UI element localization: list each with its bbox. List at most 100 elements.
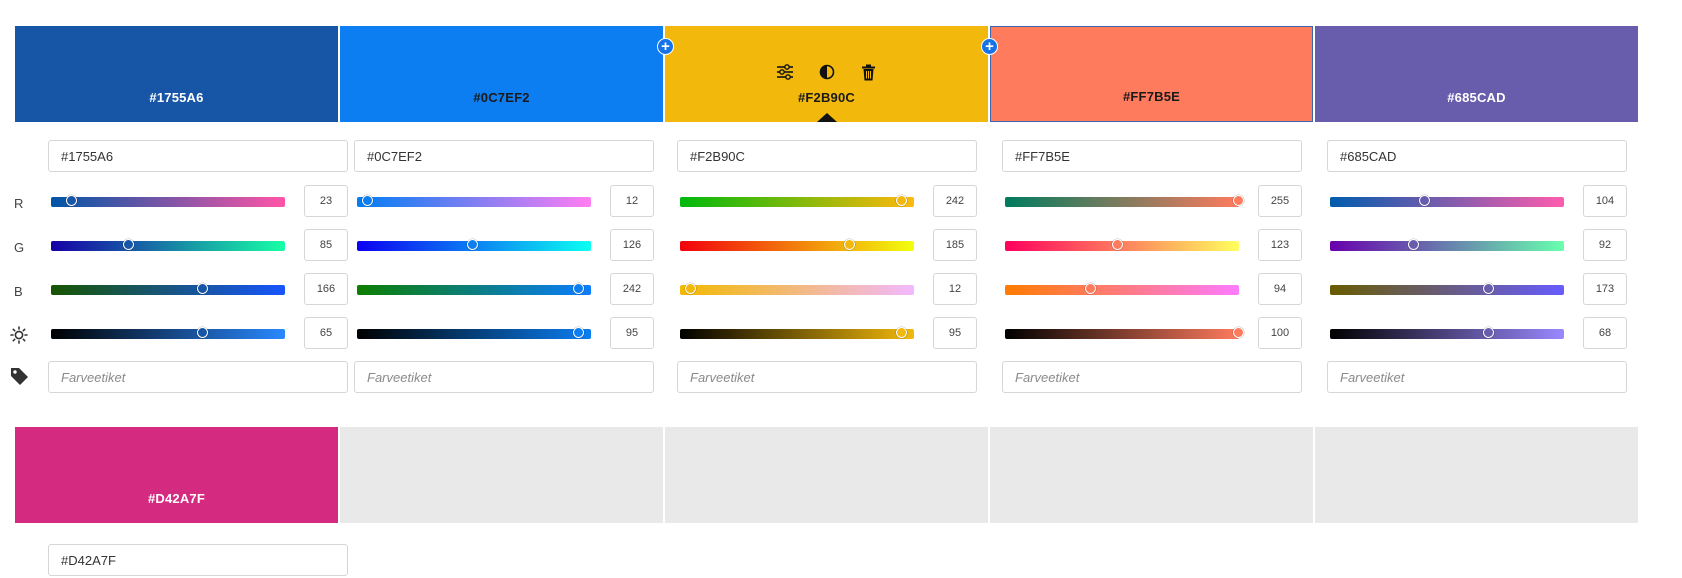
color-label-input[interactable]: Farveetiket [1327,361,1627,393]
b-value-field[interactable]: 242 [610,273,654,305]
empty-slot[interactable] [990,427,1313,523]
brightness-value-field[interactable]: 95 [610,317,654,349]
b-slider-thumb[interactable] [1482,283,1494,294]
hex-input[interactable]: #D42A7F [48,544,348,576]
sun-icon [10,326,28,349]
slider-row-r: 242 [677,185,977,217]
swatch-row-2: #D42A7F [15,427,1638,523]
r-value-field[interactable]: 23 [304,185,348,217]
slider-row-g: 185 [677,229,977,261]
b-slider-thumb[interactable] [1085,283,1097,294]
g-slider-track[interactable] [680,239,914,251]
b-slider-track[interactable] [1330,283,1564,295]
brightness-value-field[interactable]: 100 [1258,317,1302,349]
swatch-4[interactable]: #685CAD [1315,26,1638,122]
r-slider-track[interactable] [680,195,914,207]
brightness-slider-thumb[interactable] [573,327,585,338]
brightness-value-field[interactable]: 95 [933,317,977,349]
hex-input[interactable]: #FF7B5E [1002,140,1302,172]
g-slider-thumb[interactable] [843,239,855,250]
brightness-slider-thumb[interactable] [1483,327,1495,338]
add-color-right-button[interactable]: + [981,38,998,55]
swatch-3[interactable]: #FF7B5E [990,26,1313,122]
g-value-field[interactable]: 85 [304,229,348,261]
color-label-input[interactable]: Farveetiket [1002,361,1302,393]
b-slider-track[interactable] [1005,283,1239,295]
b-value-field[interactable]: 12 [933,273,977,305]
empty-slot[interactable] [1315,427,1638,523]
r-slider-thumb[interactable] [362,195,373,206]
g-value-field[interactable]: 123 [1258,229,1302,261]
hex-input[interactable]: #1755A6 [48,140,348,172]
row-label-b: B [14,284,23,299]
color-label-input[interactable]: Farveetiket [677,361,977,393]
b-value-field[interactable]: 173 [1583,273,1627,305]
contrast-icon[interactable] [817,62,837,82]
color-label-input[interactable]: Farveetiket [354,361,654,393]
r-slider-track[interactable] [357,195,591,207]
b-slider-thumb[interactable] [685,283,696,294]
r-value-field[interactable]: 255 [1258,185,1302,217]
g-slider-thumb[interactable] [466,239,478,250]
hex-input[interactable]: #685CAD [1327,140,1627,172]
trash-icon[interactable] [859,62,879,82]
editor-column-0: #1755A6 23 85 166 65 Farveetiket [48,140,348,400]
g-value-field[interactable]: 126 [610,229,654,261]
swatch-5[interactable]: #D42A7F [15,427,338,523]
r-value-field[interactable]: 242 [933,185,977,217]
empty-slot[interactable] [340,427,663,523]
b-slider-thumb[interactable] [197,283,209,294]
r-slider-track[interactable] [1330,195,1564,207]
r-slider-thumb[interactable] [66,195,78,206]
r-slider-thumb[interactable] [1419,195,1431,206]
g-slider-track[interactable] [51,239,285,251]
sliders-icon[interactable] [775,62,795,82]
g-slider-thumb[interactable] [1408,239,1420,250]
slider-row-b: 166 [48,273,348,305]
g-slider-thumb[interactable] [1111,239,1123,250]
slider-row-g: 92 [1327,229,1627,261]
swatch-tools [665,62,988,82]
swatch-2[interactable]: #F2B90C [665,26,988,122]
brightness-slider-track[interactable] [680,327,914,339]
g-slider-thumb[interactable] [123,239,134,250]
color-label-input[interactable]: Farveetiket [48,361,348,393]
r-slider-thumb[interactable] [896,195,908,206]
r-value-field[interactable]: 104 [1583,185,1627,217]
brightness-value-field[interactable]: 65 [304,317,348,349]
g-value-field[interactable]: 92 [1583,229,1627,261]
swatch-1[interactable]: #0C7EF2 [340,26,663,122]
slider-row-b: 242 [354,273,654,305]
g-slider-track[interactable] [1005,239,1239,251]
tag-icon [10,367,29,391]
r-value-field[interactable]: 12 [610,185,654,217]
swatch-0[interactable]: #1755A6 [15,26,338,122]
b-slider-track[interactable] [357,283,591,295]
brightness-slider-track[interactable] [357,327,591,339]
add-color-left-button[interactable]: + [657,38,674,55]
b-slider-track[interactable] [51,283,285,295]
brightness-slider-thumb[interactable] [197,327,209,338]
brightness-slider-track[interactable] [51,327,285,339]
r-slider-track[interactable] [1005,195,1244,207]
editor-column-3: #FF7B5E 255 123 94 100 Farveetiket [1002,140,1302,400]
r-slider-thumb[interactable] [1233,195,1244,206]
g-value-field[interactable]: 185 [933,229,977,261]
b-value-field[interactable]: 94 [1258,273,1302,305]
empty-slot[interactable] [665,427,988,523]
brightness-slider-track[interactable] [1005,327,1244,339]
brightness-value-field[interactable]: 68 [1583,317,1627,349]
editor-column-2: #F2B90C 242 185 12 95 Farveetiket [677,140,977,400]
swatch-hex-label: #0C7EF2 [473,90,530,105]
g-slider-track[interactable] [1330,239,1564,251]
b-slider-thumb[interactable] [573,283,585,294]
r-slider-track[interactable] [51,195,285,207]
b-value-field[interactable]: 166 [304,273,348,305]
brightness-slider-thumb[interactable] [896,327,908,338]
hex-input[interactable]: #F2B90C [677,140,977,172]
g-slider-track[interactable] [357,239,591,251]
b-slider-track[interactable] [680,283,914,295]
hex-input[interactable]: #0C7EF2 [354,140,654,172]
brightness-slider-track[interactable] [1330,327,1564,339]
brightness-slider-thumb[interactable] [1233,327,1244,338]
